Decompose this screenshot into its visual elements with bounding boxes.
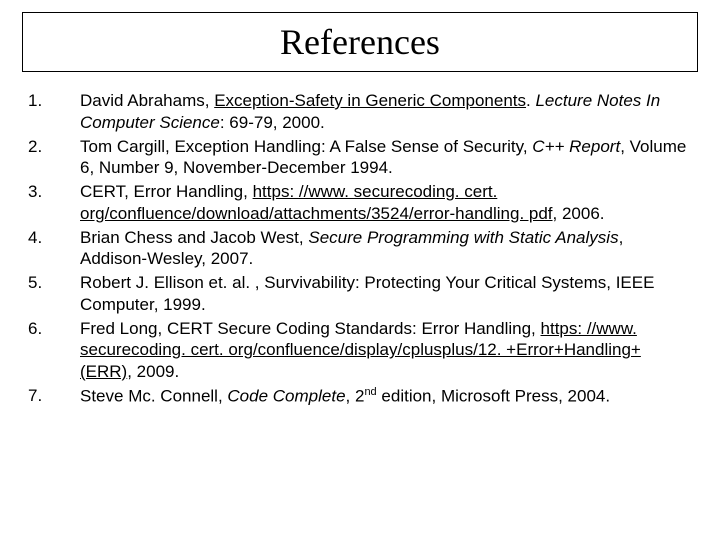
title-box: References bbox=[22, 12, 698, 72]
reference-item: Tom Cargill, Exception Handling: A False… bbox=[28, 136, 692, 180]
ref-italic: Secure Programming with Static Analysis bbox=[308, 228, 618, 247]
reference-item: Robert J. Ellison et. al. , Survivabilit… bbox=[28, 272, 692, 316]
ref-text: : 69-79, 2000. bbox=[220, 113, 325, 132]
reference-item: David Abrahams, Exception-Safety in Gene… bbox=[28, 90, 692, 134]
ref-superscript: nd bbox=[364, 386, 376, 398]
ref-italic: Code Complete bbox=[227, 386, 345, 405]
reference-list: David Abrahams, Exception-Safety in Gene… bbox=[28, 90, 692, 407]
ref-text: Tom Cargill, Exception Handling: A False… bbox=[80, 137, 532, 156]
ref-text: , 2009. bbox=[127, 362, 179, 381]
reference-item: Brian Chess and Jacob West, Secure Progr… bbox=[28, 227, 692, 271]
slide: References David Abrahams, Exception-Saf… bbox=[0, 0, 720, 540]
ref-text: edition bbox=[377, 386, 432, 405]
ref-italic: C++ Report bbox=[532, 137, 620, 156]
reference-item: CERT, Error Handling, https: //www. secu… bbox=[28, 181, 692, 225]
ref-text: Robert J. Ellison et. al. , Survivabilit… bbox=[80, 273, 654, 314]
slide-title: References bbox=[280, 21, 440, 63]
ref-text: , Microsoft Press, 2004. bbox=[432, 386, 611, 405]
ref-text: , 2 bbox=[346, 386, 365, 405]
ref-link[interactable]: Exception-Safety in Generic Components bbox=[214, 91, 526, 110]
reference-item: Steve Mc. Connell, Code Complete, 2nd ed… bbox=[28, 385, 692, 407]
ref-text: Steve Mc. Connell, bbox=[80, 386, 227, 405]
ref-text: , 2006. bbox=[553, 204, 605, 223]
ref-text: CERT, Error Handling, bbox=[80, 182, 253, 201]
ref-text: Brian Chess and Jacob West, bbox=[80, 228, 308, 247]
ref-text: David Abrahams, bbox=[80, 91, 214, 110]
ref-text: Fred Long, CERT Secure Coding Standards:… bbox=[80, 319, 541, 338]
reference-item: Fred Long, CERT Secure Coding Standards:… bbox=[28, 318, 692, 383]
body: David Abrahams, Exception-Safety in Gene… bbox=[28, 90, 692, 409]
